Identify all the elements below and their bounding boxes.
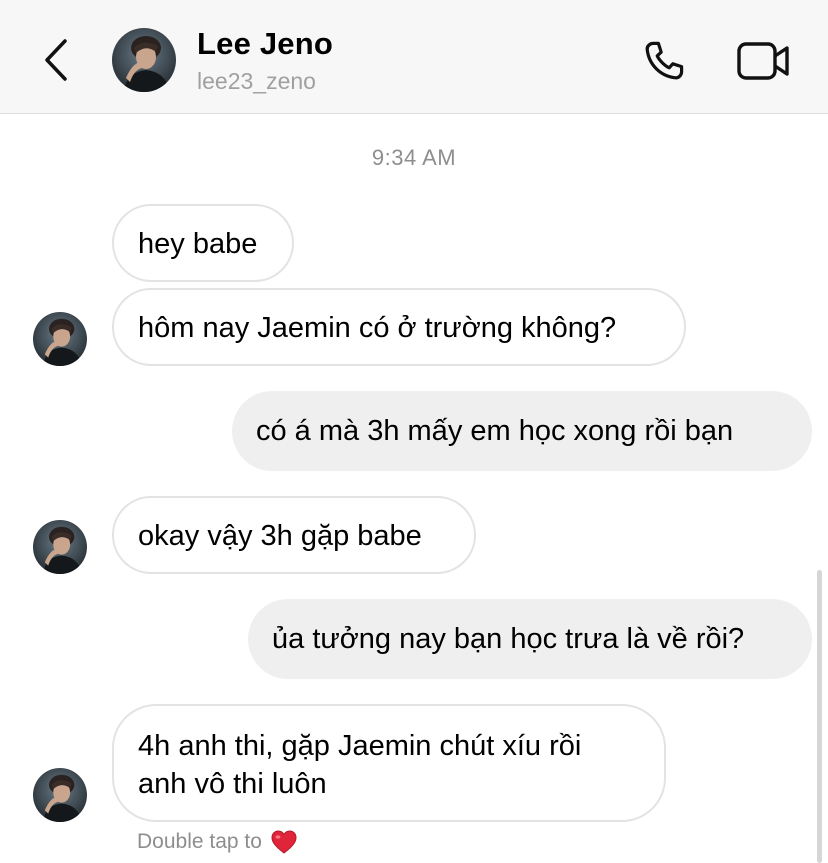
contact-username: lee23_zeno: [197, 68, 316, 94]
sender-avatar[interactable]: [33, 768, 87, 822]
message-text: ủa tưởng nay bạn học trưa là về rồi?: [272, 623, 745, 655]
message-text: hey babe: [138, 228, 258, 260]
incoming-message[interactable]: hey babe: [112, 204, 294, 282]
voice-call-button[interactable]: [636, 34, 692, 88]
outgoing-message[interactable]: ủa tưởng nay bạn học trưa là về rồi?: [248, 599, 812, 679]
incoming-message[interactable]: okay vậy 3h gặp babe: [112, 496, 476, 574]
message-text: có á mà 3h mấy em học xong rồi bạn: [256, 415, 734, 447]
message-text-line: 4h anh thi, gặp Jaemin chút xíu rồi: [138, 730, 582, 762]
sender-avatar[interactable]: [33, 520, 87, 574]
message-text: hôm nay Jaemin có ở trường không?: [138, 312, 617, 344]
video-call-button[interactable]: [734, 34, 792, 88]
phone-icon: [645, 41, 684, 80]
contact-name[interactable]: Lee Jeno: [197, 26, 333, 62]
sender-avatar[interactable]: [33, 312, 87, 366]
back-button[interactable]: [36, 36, 76, 84]
video-camera-icon: [737, 42, 789, 80]
reaction-hint-text: Double tap to: [137, 830, 262, 853]
incoming-message[interactable]: 4h anh thi, gặp Jaemin chút xíu rồi anh …: [112, 704, 666, 822]
outgoing-message[interactable]: có á mà 3h mấy em học xong rồi bạn: [232, 391, 812, 471]
message-text-line: anh vô thi luôn: [138, 768, 327, 800]
contact-avatar[interactable]: [112, 28, 176, 92]
red-heart-icon[interactable]: [270, 829, 298, 855]
incoming-message[interactable]: hôm nay Jaemin có ở trường không?: [112, 288, 686, 366]
message-text: okay vậy 3h gặp babe: [138, 520, 422, 552]
reaction-hint: Double tap to: [137, 829, 298, 855]
scrollbar[interactable]: [817, 570, 822, 863]
chat-header: Lee Jeno lee23_zeno: [0, 0, 828, 114]
chevron-left-icon: [45, 39, 67, 81]
message-timestamp: 9:34 AM: [371, 145, 457, 170]
